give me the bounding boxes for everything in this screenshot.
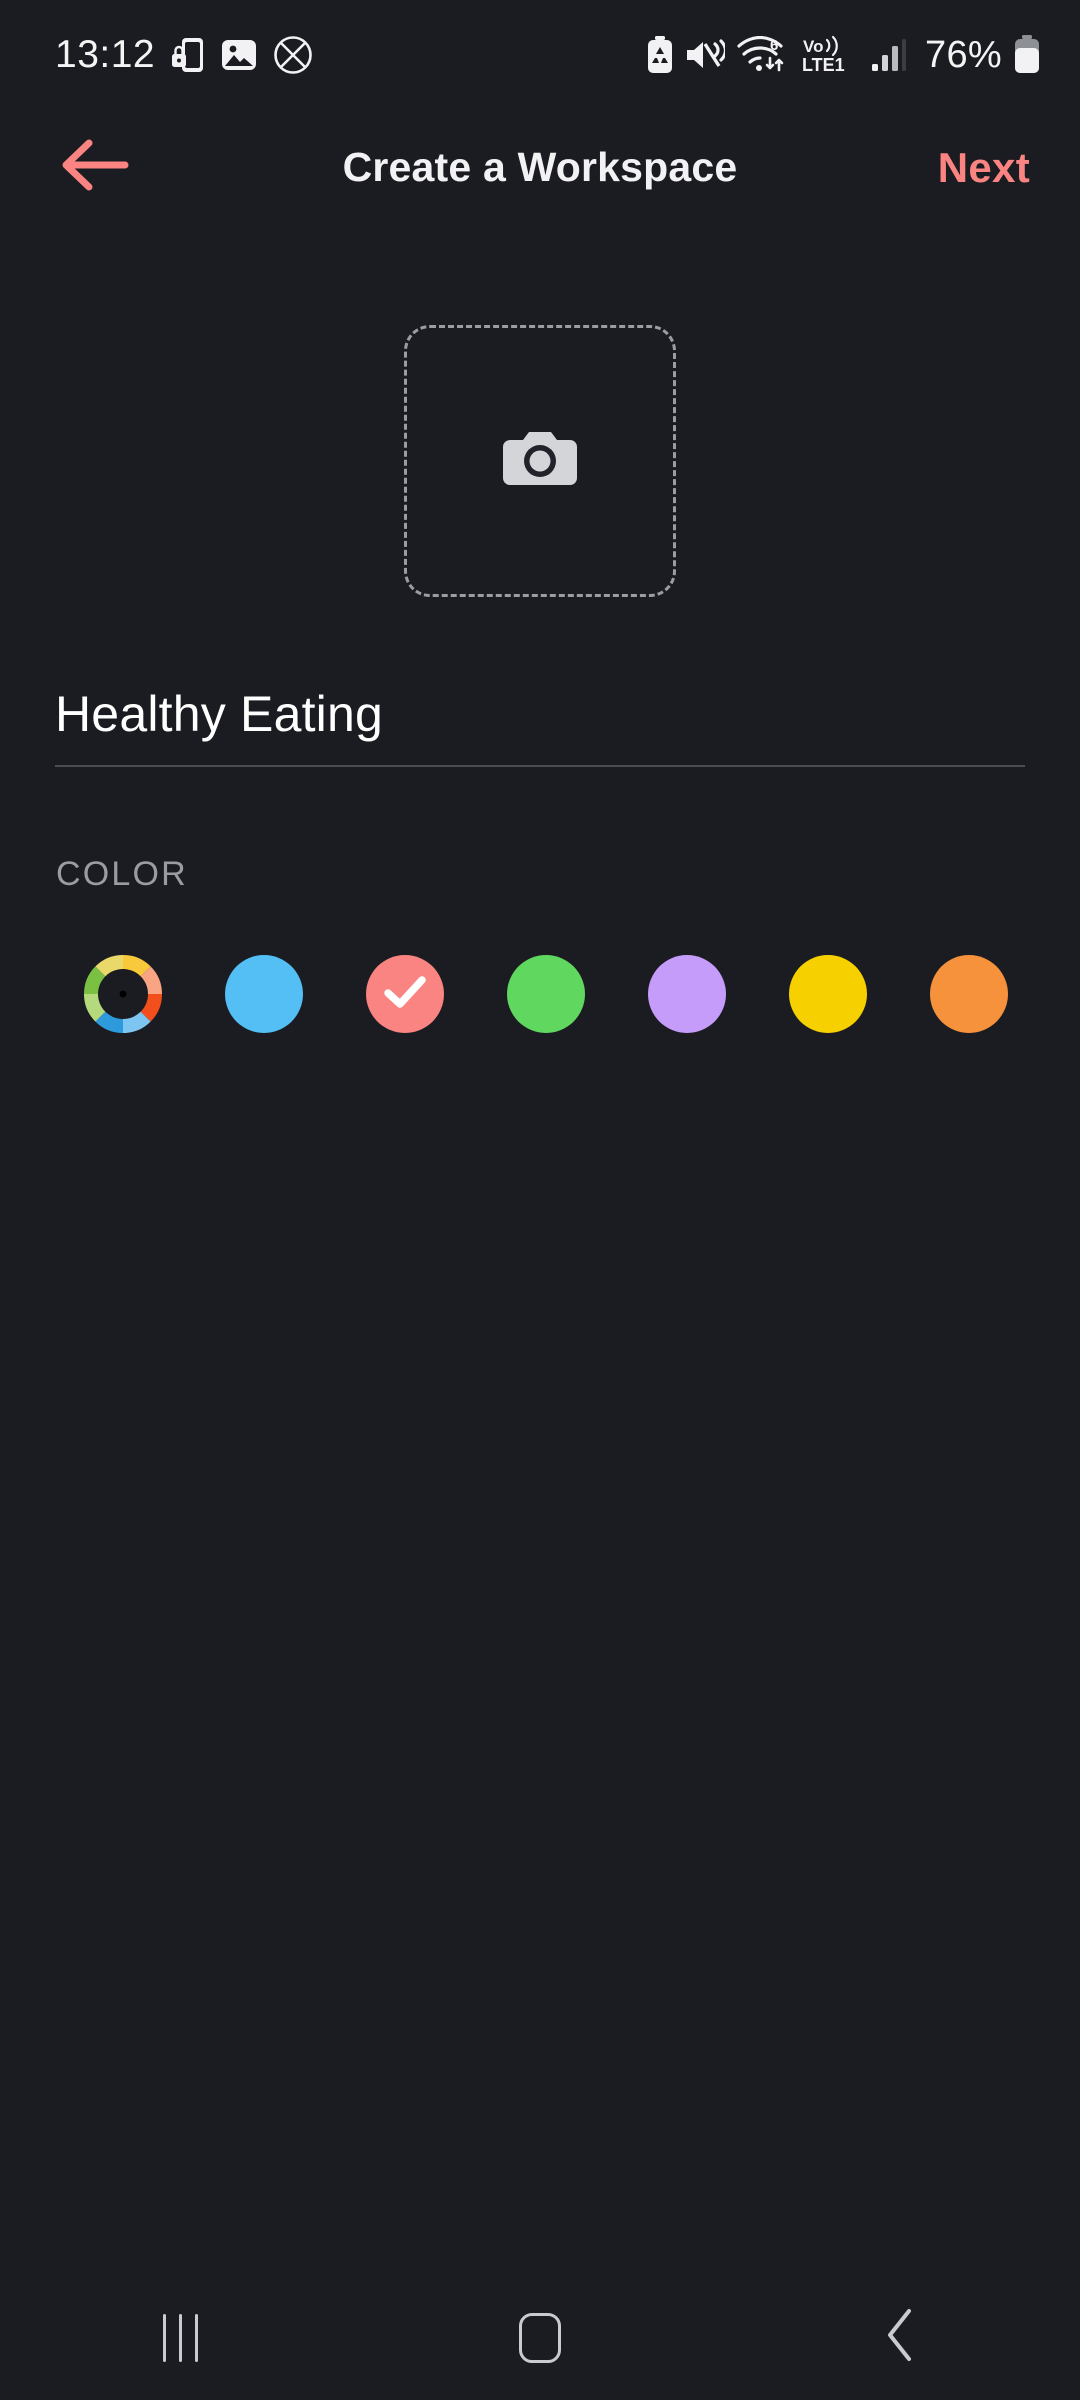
no-entry-circle-icon xyxy=(273,35,313,75)
color-swatch-row xyxy=(84,952,1014,1036)
recents-icon xyxy=(162,2313,198,2362)
check-icon xyxy=(384,975,426,1014)
svg-text:Vo: Vo xyxy=(803,37,823,56)
workspace-image-picker[interactable] xyxy=(404,325,676,597)
status-bar: 13:12 6 Vo LTE1 76% xyxy=(0,0,1080,110)
battery-icon xyxy=(1014,35,1040,75)
workspace-name-input[interactable]: Healthy Eating xyxy=(55,685,1025,765)
app-header: Create a Workspace Next xyxy=(0,110,1080,225)
workspace-name-field[interactable]: Healthy Eating xyxy=(55,685,1025,767)
arrow-left-icon xyxy=(59,137,131,198)
image-icon xyxy=(221,37,257,73)
phone-lock-icon xyxy=(171,36,205,74)
status-bar-left: 13:12 xyxy=(55,33,313,77)
status-clock: 13:12 xyxy=(55,33,156,76)
color-swatch-purple[interactable] xyxy=(648,955,726,1033)
nav-back-button[interactable] xyxy=(720,2275,1080,2400)
app-screen: 13:12 6 Vo LTE1 76% Create a Workspace N… xyxy=(0,0,1080,2400)
battery-percent-label: 76% xyxy=(925,33,1002,76)
battery-saver-icon xyxy=(647,36,673,74)
color-swatch-blue[interactable] xyxy=(225,955,303,1033)
wifi-6-icon: 6 xyxy=(737,36,789,74)
color-swatch-orange[interactable] xyxy=(930,955,1008,1033)
svg-text:LTE1: LTE1 xyxy=(802,55,845,75)
back-button[interactable] xyxy=(55,128,135,208)
android-nav-bar xyxy=(0,2275,1080,2400)
camera-icon xyxy=(502,428,578,495)
signal-bars-icon xyxy=(871,38,907,72)
next-button[interactable]: Next xyxy=(938,144,1030,192)
color-wheel-icon xyxy=(84,955,162,1033)
page-title: Create a Workspace xyxy=(342,144,738,190)
status-bar-right: 6 Vo LTE1 76% xyxy=(647,34,1040,77)
color-swatch-salmon[interactable] xyxy=(366,955,444,1033)
color-swatch-yellow[interactable] xyxy=(789,955,867,1033)
nav-recents-button[interactable] xyxy=(0,2275,360,2400)
name-field-underline xyxy=(55,765,1025,767)
color-swatch-green[interactable] xyxy=(507,955,585,1033)
color-swatch-custom-wheel[interactable] xyxy=(84,955,162,1033)
mute-vibrate-icon xyxy=(685,38,726,72)
home-icon xyxy=(519,2312,561,2363)
color-section-label: COLOR xyxy=(56,855,188,893)
svg-text:6: 6 xyxy=(770,37,778,54)
volte-lte-icon: Vo LTE1 xyxy=(801,35,859,75)
chevron-left-icon xyxy=(883,2307,917,2368)
nav-home-button[interactable] xyxy=(360,2275,720,2400)
